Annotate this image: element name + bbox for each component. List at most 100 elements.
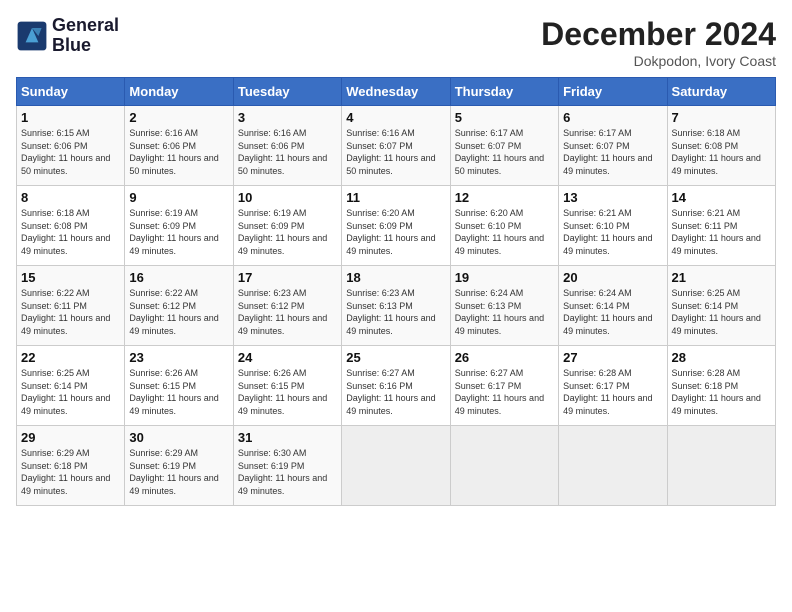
day-number: 30 bbox=[129, 430, 228, 445]
day-number: 28 bbox=[672, 350, 771, 365]
logo-icon bbox=[16, 20, 48, 52]
calendar-cell: 25 Sunrise: 6:27 AMSunset: 6:16 PMDayligh… bbox=[342, 346, 450, 426]
day-info: Sunrise: 6:25 AMSunset: 6:14 PMDaylight:… bbox=[21, 367, 120, 417]
location: Dokpodon, Ivory Coast bbox=[541, 53, 776, 69]
day-info: Sunrise: 6:23 AMSunset: 6:12 PMDaylight:… bbox=[238, 287, 337, 337]
logo-text: General Blue bbox=[52, 16, 119, 56]
day-number: 7 bbox=[672, 110, 771, 125]
day-number: 3 bbox=[238, 110, 337, 125]
day-info: Sunrise: 6:18 AMSunset: 6:08 PMDaylight:… bbox=[21, 207, 120, 257]
day-info: Sunrise: 6:19 AMSunset: 6:09 PMDaylight:… bbox=[129, 207, 228, 257]
day-info: Sunrise: 6:27 AMSunset: 6:16 PMDaylight:… bbox=[346, 367, 445, 417]
day-number: 31 bbox=[238, 430, 337, 445]
day-number: 18 bbox=[346, 270, 445, 285]
day-info: Sunrise: 6:25 AMSunset: 6:14 PMDaylight:… bbox=[672, 287, 771, 337]
calendar-cell: 16Sunrise: 6:22 AMSunset: 6:12 PMDayligh… bbox=[125, 266, 233, 346]
weekday-header-friday: Friday bbox=[559, 78, 667, 106]
day-info: Sunrise: 6:27 AMSunset: 6:17 PMDaylight:… bbox=[455, 367, 554, 417]
day-number: 13 bbox=[563, 190, 662, 205]
day-info: Sunrise: 6:18 AMSunset: 6:08 PMDaylight:… bbox=[672, 127, 771, 177]
day-info: Sunrise: 6:28 AMSunset: 6:18 PMDaylight:… bbox=[672, 367, 771, 417]
calendar-cell: 26 Sunrise: 6:27 AMSunset: 6:17 PMDayligh… bbox=[450, 346, 558, 426]
calendar-cell: 19 Sunrise: 6:24 AMSunset: 6:13 PMDayligh… bbox=[450, 266, 558, 346]
calendar-cell: 31 Sunrise: 6:30 AMSunset: 6:19 PMDayligh… bbox=[233, 426, 341, 506]
calendar-cell: 17Sunrise: 6:23 AMSunset: 6:12 PMDayligh… bbox=[233, 266, 341, 346]
day-number: 23 bbox=[129, 350, 228, 365]
day-number: 5 bbox=[455, 110, 554, 125]
day-number: 8 bbox=[21, 190, 120, 205]
day-info: Sunrise: 6:16 AMSunset: 6:07 PMDaylight:… bbox=[346, 127, 445, 177]
day-info: Sunrise: 6:26 AMSunset: 6:15 PMDaylight:… bbox=[129, 367, 228, 417]
day-number: 21 bbox=[672, 270, 771, 285]
day-info: Sunrise: 6:17 AMSunset: 6:07 PMDaylight:… bbox=[563, 127, 662, 177]
calendar-cell bbox=[342, 426, 450, 506]
day-number: 4 bbox=[346, 110, 445, 125]
calendar-cell: 4 Sunrise: 6:16 AMSunset: 6:07 PMDaylight… bbox=[342, 106, 450, 186]
day-number: 1 bbox=[21, 110, 120, 125]
weekday-header-monday: Monday bbox=[125, 78, 233, 106]
calendar-cell: 11 Sunrise: 6:20 AMSunset: 6:09 PMDayligh… bbox=[342, 186, 450, 266]
day-info: Sunrise: 6:29 AMSunset: 6:19 PMDaylight:… bbox=[129, 447, 228, 497]
day-info: Sunrise: 6:20 AMSunset: 6:10 PMDaylight:… bbox=[455, 207, 554, 257]
day-number: 25 bbox=[346, 350, 445, 365]
day-info: Sunrise: 6:17 AMSunset: 6:07 PMDaylight:… bbox=[455, 127, 554, 177]
calendar-cell bbox=[450, 426, 558, 506]
day-number: 10 bbox=[238, 190, 337, 205]
day-number: 11 bbox=[346, 190, 445, 205]
day-number: 29 bbox=[21, 430, 120, 445]
day-info: Sunrise: 6:20 AMSunset: 6:09 PMDaylight:… bbox=[346, 207, 445, 257]
calendar-cell: 13 Sunrise: 6:21 AMSunset: 6:10 PMDayligh… bbox=[559, 186, 667, 266]
day-info: Sunrise: 6:19 AMSunset: 6:09 PMDaylight:… bbox=[238, 207, 337, 257]
day-info: Sunrise: 6:15 AMSunset: 6:06 PMDaylight:… bbox=[21, 127, 120, 177]
calendar-cell: 24Sunrise: 6:26 AMSunset: 6:15 PMDayligh… bbox=[233, 346, 341, 426]
calendar-cell: 12 Sunrise: 6:20 AMSunset: 6:10 PMDayligh… bbox=[450, 186, 558, 266]
calendar-cell: 18Sunrise: 6:23 AMSunset: 6:13 PMDayligh… bbox=[342, 266, 450, 346]
day-info: Sunrise: 6:24 AMSunset: 6:13 PMDaylight:… bbox=[455, 287, 554, 337]
calendar-table: SundayMondayTuesdayWednesdayThursdayFrid… bbox=[16, 77, 776, 506]
calendar-cell: 23 Sunrise: 6:26 AMSunset: 6:15 PMDayligh… bbox=[125, 346, 233, 426]
day-number: 2 bbox=[129, 110, 228, 125]
calendar-cell: 29 Sunrise: 6:29 AMSunset: 6:18 PMDayligh… bbox=[17, 426, 125, 506]
calendar-cell: 1 Sunrise: 6:15 AMSunset: 6:06 PMDaylight… bbox=[17, 106, 125, 186]
day-number: 26 bbox=[455, 350, 554, 365]
day-number: 22 bbox=[21, 350, 120, 365]
logo: General Blue bbox=[16, 16, 119, 56]
weekday-header-tuesday: Tuesday bbox=[233, 78, 341, 106]
calendar-cell: 7 Sunrise: 6:18 AMSunset: 6:08 PMDaylight… bbox=[667, 106, 775, 186]
calendar-cell bbox=[667, 426, 775, 506]
day-info: Sunrise: 6:22 AMSunset: 6:12 PMDaylight:… bbox=[129, 287, 228, 337]
calendar-cell: 15Sunrise: 6:22 AMSunset: 6:11 PMDayligh… bbox=[17, 266, 125, 346]
calendar-cell: 21 Sunrise: 6:25 AMSunset: 6:14 PMDayligh… bbox=[667, 266, 775, 346]
day-number: 12 bbox=[455, 190, 554, 205]
day-info: Sunrise: 6:24 AMSunset: 6:14 PMDaylight:… bbox=[563, 287, 662, 337]
day-info: Sunrise: 6:29 AMSunset: 6:18 PMDaylight:… bbox=[21, 447, 120, 497]
day-info: Sunrise: 6:21 AMSunset: 6:10 PMDaylight:… bbox=[563, 207, 662, 257]
day-number: 6 bbox=[563, 110, 662, 125]
calendar-cell: 3 Sunrise: 6:16 AMSunset: 6:06 PMDaylight… bbox=[233, 106, 341, 186]
calendar-cell bbox=[559, 426, 667, 506]
day-info: Sunrise: 6:16 AMSunset: 6:06 PMDaylight:… bbox=[129, 127, 228, 177]
calendar-cell: 28 Sunrise: 6:28 AMSunset: 6:18 PMDayligh… bbox=[667, 346, 775, 426]
day-info: Sunrise: 6:22 AMSunset: 6:11 PMDaylight:… bbox=[21, 287, 120, 337]
day-number: 20 bbox=[563, 270, 662, 285]
calendar-cell: 2 Sunrise: 6:16 AMSunset: 6:06 PMDaylight… bbox=[125, 106, 233, 186]
day-info: Sunrise: 6:16 AMSunset: 6:06 PMDaylight:… bbox=[238, 127, 337, 177]
calendar-cell: 10 Sunrise: 6:19 AMSunset: 6:09 PMDayligh… bbox=[233, 186, 341, 266]
calendar-cell: 30 Sunrise: 6:29 AMSunset: 6:19 PMDayligh… bbox=[125, 426, 233, 506]
calendar-cell: 22 Sunrise: 6:25 AMSunset: 6:14 PMDayligh… bbox=[17, 346, 125, 426]
day-number: 24 bbox=[238, 350, 337, 365]
calendar-cell: 5 Sunrise: 6:17 AMSunset: 6:07 PMDaylight… bbox=[450, 106, 558, 186]
weekday-header-thursday: Thursday bbox=[450, 78, 558, 106]
weekday-header-sunday: Sunday bbox=[17, 78, 125, 106]
day-info: Sunrise: 6:21 AMSunset: 6:11 PMDaylight:… bbox=[672, 207, 771, 257]
day-number: 19 bbox=[455, 270, 554, 285]
calendar-cell: 8 Sunrise: 6:18 AMSunset: 6:08 PMDaylight… bbox=[17, 186, 125, 266]
calendar-cell: 9Sunrise: 6:19 AMSunset: 6:09 PMDaylight… bbox=[125, 186, 233, 266]
month-year: December 2024 bbox=[541, 16, 776, 53]
calendar-cell: 6 Sunrise: 6:17 AMSunset: 6:07 PMDaylight… bbox=[559, 106, 667, 186]
page-header: General Blue December 2024 Dokpodon, Ivo… bbox=[16, 16, 776, 69]
day-info: Sunrise: 6:30 AMSunset: 6:19 PMDaylight:… bbox=[238, 447, 337, 497]
weekday-header-wednesday: Wednesday bbox=[342, 78, 450, 106]
title-block: December 2024 Dokpodon, Ivory Coast bbox=[541, 16, 776, 69]
calendar-cell: 14Sunrise: 6:21 AMSunset: 6:11 PMDayligh… bbox=[667, 186, 775, 266]
